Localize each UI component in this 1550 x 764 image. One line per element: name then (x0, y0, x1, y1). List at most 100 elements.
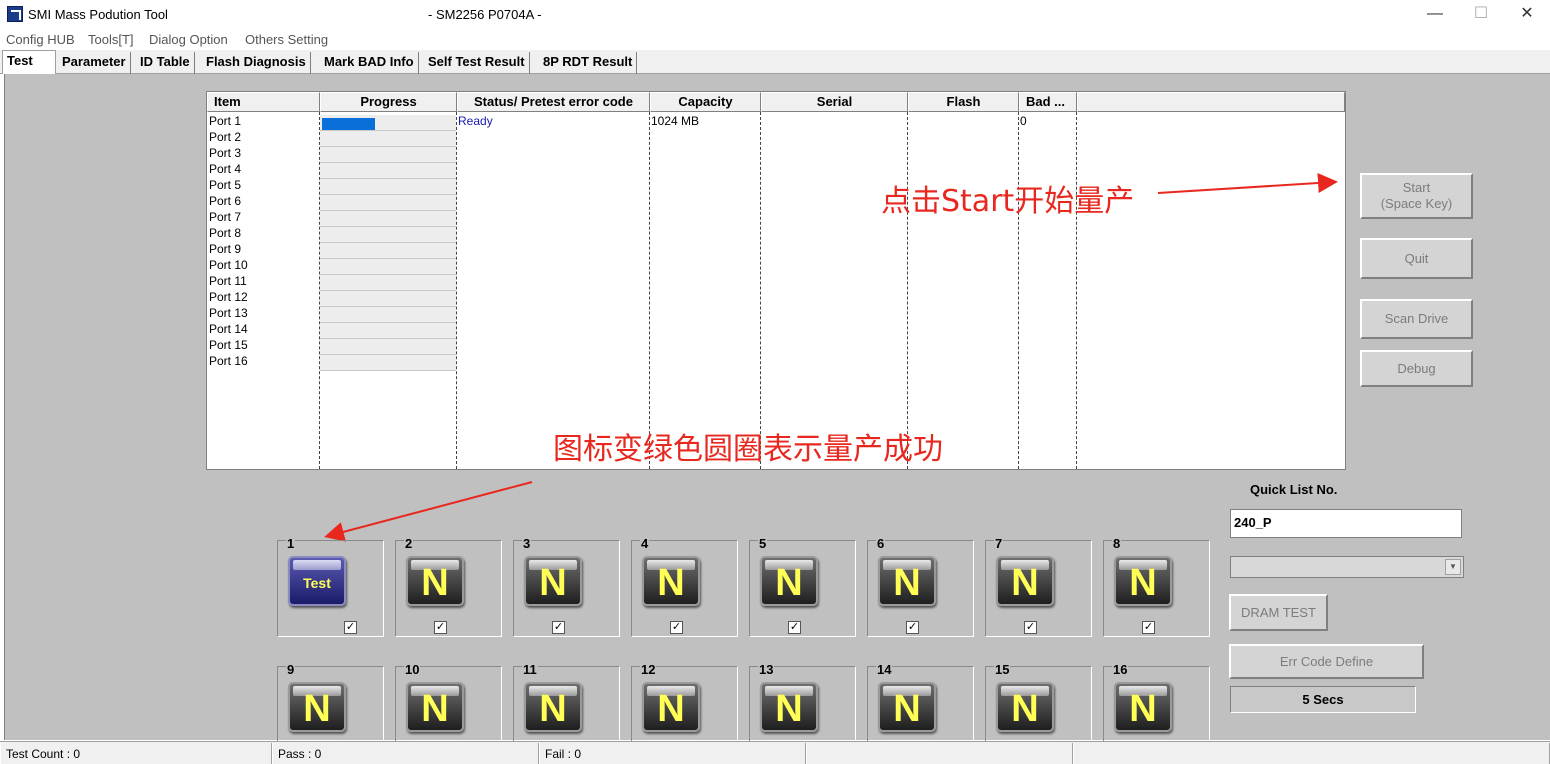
row-item-label: Port 6 (209, 194, 242, 208)
menu-config-hub[interactable]: Config HUB (6, 32, 75, 47)
idle-status-icon[interactable]: N (642, 556, 700, 606)
col-divider (1076, 112, 1077, 469)
maximize-button[interactable]: ☐ (1466, 4, 1496, 26)
icon-letter: Test (303, 575, 331, 591)
start-button[interactable]: Start (Space Key) (1360, 173, 1473, 219)
minimize-button[interactable]: — (1420, 4, 1450, 26)
tab-test[interactable]: Test (2, 50, 56, 74)
icon-letter: N (775, 688, 803, 730)
idle-status-icon[interactable]: N (524, 682, 582, 732)
status-empty (1073, 743, 1550, 764)
tab-flash-diagnosis[interactable]: Flash Diagnosis (202, 52, 311, 74)
idle-status-icon[interactable]: N (760, 682, 818, 732)
menu-dialog-option[interactable]: Dialog Option (149, 32, 228, 47)
row-progress-bar (320, 131, 456, 147)
chevron-down-icon[interactable]: ▼ (1445, 559, 1461, 575)
app-icon (7, 6, 23, 22)
row-progress-bar (320, 291, 456, 307)
idle-status-icon[interactable]: N (996, 556, 1054, 606)
start-sublabel: (Space Key) (1380, 196, 1453, 211)
col-flash[interactable]: Flash (908, 92, 1019, 112)
row-capacity: 1024 MB (651, 114, 700, 128)
menu-others-setting[interactable]: Others Setting (245, 32, 328, 47)
row-progress-bar (320, 115, 456, 131)
port-box-2: 2 N ✓ (395, 537, 502, 637)
status-empty (806, 743, 1073, 764)
scan-drive-button[interactable]: Scan Drive (1360, 299, 1473, 339)
row-progress-bar (320, 355, 456, 371)
col-status[interactable]: Status/ Pretest error code (457, 92, 650, 112)
test-status-icon[interactable]: Test (288, 556, 346, 606)
port-box-8: 8 N ✓ (1103, 537, 1210, 637)
icon-letter: N (775, 562, 803, 604)
menu-bar: Config HUB Tools[T] Dialog Option Others… (0, 30, 1550, 50)
row-item-label: Port 16 (209, 354, 248, 368)
col-bad[interactable]: Bad ... (1019, 92, 1077, 112)
tab-8p-rdt-result[interactable]: 8P RDT Result (539, 52, 638, 74)
col-filler (1077, 92, 1345, 112)
icon-letter: N (1129, 562, 1157, 604)
port-enable-checkbox[interactable]: ✓ (906, 621, 919, 634)
status-bar: Test Count : 0 Pass : 0 Fail : 0 (0, 741, 1550, 764)
row-progress-bar (320, 339, 456, 355)
row-item-label: Port 9 (209, 242, 242, 256)
idle-status-icon[interactable]: N (406, 556, 464, 606)
dram-test-button[interactable]: DRAM TEST (1229, 594, 1328, 631)
col-item[interactable]: Item (207, 92, 320, 112)
port-number: 3 (522, 536, 532, 551)
row-item-label: Port 13 (209, 306, 248, 320)
row-progress-bar (320, 211, 456, 227)
idle-status-icon[interactable]: N (642, 682, 700, 732)
col-progress[interactable]: Progress (320, 92, 457, 112)
menu-tools[interactable]: Tools[T] (88, 32, 134, 47)
progress-fill (322, 118, 375, 130)
status-fail: Fail : 0 (539, 743, 806, 764)
icon-letter: N (539, 562, 567, 604)
close-button[interactable]: ✕ (1512, 4, 1542, 26)
icon-letter: N (539, 688, 567, 730)
idle-status-icon[interactable]: N (524, 556, 582, 606)
err-code-define-button[interactable]: Err Code Define (1229, 644, 1424, 679)
port-enable-checkbox[interactable]: ✓ (1142, 621, 1155, 634)
col-serial[interactable]: Serial (761, 92, 908, 112)
port-enable-checkbox[interactable]: ✓ (788, 621, 801, 634)
tab-parameter[interactable]: Parameter (58, 52, 131, 74)
idle-status-icon[interactable]: N (760, 556, 818, 606)
idle-status-icon[interactable]: N (1114, 682, 1172, 732)
row-progress-bar (320, 147, 456, 163)
tab-id-table[interactable]: ID Table (136, 52, 195, 74)
idle-status-icon[interactable]: N (996, 682, 1054, 732)
col-divider (907, 112, 908, 469)
row-progress-bar (320, 323, 456, 339)
port-enable-checkbox[interactable]: ✓ (434, 621, 447, 634)
row-item-label: Port 4 (209, 162, 242, 176)
port-enable-checkbox[interactable]: ✓ (344, 621, 357, 634)
port-box-7: 7 N ✓ (985, 537, 1092, 637)
port-box-1: 1 Test ✓ (277, 537, 384, 637)
icon-letter: N (657, 562, 685, 604)
port-number: 10 (404, 662, 421, 677)
quick-list-dropdown[interactable]: ▼ (1230, 556, 1464, 578)
icon-hint-annotation: 图标变绿色圆圈表示量产成功 (553, 432, 943, 467)
idle-status-icon[interactable]: N (878, 682, 936, 732)
col-capacity[interactable]: Capacity (650, 92, 761, 112)
port-enable-checkbox[interactable]: ✓ (670, 621, 683, 634)
icon-letter: N (421, 688, 449, 730)
status-pass: Pass : 0 (272, 743, 539, 764)
port-enable-checkbox[interactable]: ✓ (1024, 621, 1037, 634)
row-item-label: Port 1 (209, 114, 242, 128)
icon-letter: N (1011, 688, 1039, 730)
tab-self-test-result[interactable]: Self Test Result (424, 52, 530, 74)
tab-mark-bad-info[interactable]: Mark BAD Info (320, 52, 419, 74)
idle-status-icon[interactable]: N (1114, 556, 1172, 606)
idle-status-icon[interactable]: N (288, 682, 346, 732)
port-number: 15 (994, 662, 1011, 677)
port-status-table[interactable]: Item Progress Status/ Pretest error code… (206, 91, 1346, 470)
idle-status-icon[interactable]: N (406, 682, 464, 732)
quit-button[interactable]: Quit (1360, 238, 1473, 279)
port-enable-checkbox[interactable]: ✓ (552, 621, 565, 634)
icon-letter: N (1129, 688, 1157, 730)
debug-button[interactable]: Debug (1360, 350, 1473, 387)
idle-status-icon[interactable]: N (878, 556, 936, 606)
quick-list-input[interactable]: 240_P (1230, 509, 1462, 538)
